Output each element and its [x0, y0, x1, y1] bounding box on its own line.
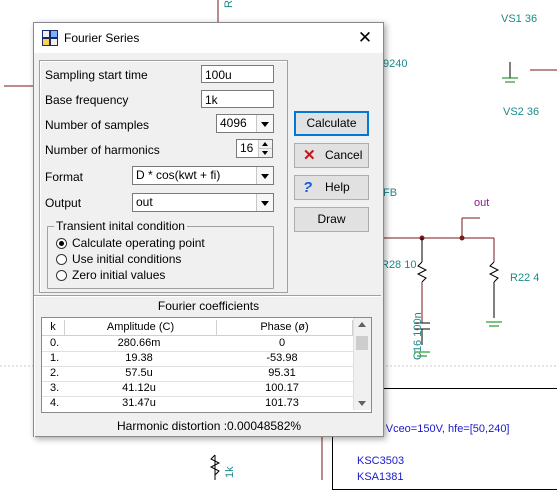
cell-phase: 100.17 — [265, 382, 299, 394]
help-button[interactable]: ? Help — [294, 175, 369, 200]
column-header-amplitude[interactable]: Amplitude (C) — [65, 320, 217, 336]
cell-k: 4. — [50, 397, 60, 409]
help-label: Help — [325, 180, 350, 194]
transient-condition-group: Transient inital condition Calculate ope… — [47, 219, 274, 289]
app-icon — [42, 30, 58, 46]
output-label: Output — [45, 196, 82, 210]
number-of-harmonics-label: Number of harmonics — [45, 143, 160, 157]
number-of-samples-select[interactable]: 4096 — [216, 114, 274, 133]
c16-label: C16 100n — [412, 312, 424, 360]
table-row[interactable]: 2. 57.5u 95.31 — [42, 366, 354, 382]
cancel-label: Cancel — [325, 148, 363, 162]
number-of-harmonics-value: 16 — [240, 141, 254, 155]
cell-k: 3. — [50, 382, 60, 394]
cell-amplitude: 31.47u — [122, 397, 156, 409]
cell-phase: 95.31 — [268, 367, 296, 379]
format-value: D * cos(kwt + fi) — [136, 168, 221, 182]
fb-label: FB — [383, 187, 398, 199]
number-of-harmonics-stepper[interactable]: 16 — [236, 139, 273, 158]
radio-label: Calculate operating point — [72, 236, 205, 250]
number-of-samples-label: Number of samples — [45, 118, 150, 132]
base-frequency-field[interactable]: 1k — [201, 90, 274, 108]
r1k-label: 1k — [224, 466, 236, 478]
info-line-4: KSC3503 — [357, 455, 405, 467]
format-select[interactable]: D * cos(kwt + fi) — [132, 166, 274, 185]
column-header-k[interactable]: k — [42, 320, 65, 336]
title-bar[interactable]: Fourier Series ✕ — [34, 23, 383, 53]
close-icon: ✕ — [303, 147, 316, 164]
spin-down-icon[interactable] — [258, 149, 272, 157]
transient-condition-caption: Transient inital condition — [54, 219, 187, 233]
cell-amplitude: 57.5u — [125, 367, 153, 379]
table-row[interactable]: 4. 31.47u 101.73 — [42, 396, 354, 411]
out-label: out — [474, 197, 490, 209]
harmonic-distortion-value: 0.00048582% — [227, 419, 302, 433]
label-9240: 9240 — [383, 58, 408, 70]
sampling-start-time-label: Sampling start time — [45, 68, 148, 82]
table-scrollbar[interactable] — [353, 318, 371, 410]
table-row[interactable]: 1. 19.38 -53.98 — [42, 351, 354, 367]
chevron-down-icon[interactable] — [256, 194, 273, 211]
cancel-button[interactable]: ✕ Cancel — [294, 143, 369, 168]
dialog-title: Fourier Series — [64, 31, 140, 45]
cell-phase: 101.73 — [265, 397, 299, 409]
question-mark-icon: ? — [303, 179, 313, 196]
spin-up-icon[interactable] — [258, 140, 272, 149]
chevron-down-icon[interactable] — [256, 167, 273, 184]
output-value: out — [136, 195, 153, 209]
close-icon[interactable]: ✕ — [356, 29, 374, 47]
cell-k: 1. — [50, 352, 60, 364]
scroll-down-icon[interactable] — [358, 401, 366, 406]
number-of-samples-value: 4096 — [220, 116, 247, 130]
coefficients-title: Fourier coefficients — [157, 299, 260, 313]
rtop-label: R — [223, 0, 235, 8]
base-frequency-label: Base frequency — [45, 93, 129, 107]
format-label: Format — [45, 170, 84, 184]
cell-phase: 0 — [278, 337, 286, 349]
scroll-up-icon[interactable] — [358, 322, 366, 327]
draw-button[interactable]: Draw — [294, 207, 369, 232]
cell-k: 2. — [50, 367, 60, 379]
vs2-label: VS2 36 — [503, 106, 540, 118]
column-header-phase[interactable]: Phase (ø) — [217, 320, 353, 336]
info-line-5: KSA1381 — [357, 471, 404, 483]
radio-calculate-operating-point[interactable] — [56, 238, 67, 249]
sampling-start-time-field[interactable]: 100u — [201, 65, 274, 83]
cell-k: 0. — [50, 337, 60, 349]
chevron-down-icon[interactable] — [256, 115, 273, 132]
r28-label: R28 10 — [381, 259, 417, 271]
fourier-series-dialog: Fourier Series ✕ Sampling start time 100… — [33, 22, 384, 437]
calculate-button[interactable]: Calculate — [294, 111, 369, 136]
cell-phase: -53.98 — [266, 352, 298, 364]
vs1-label: VS1 36 — [501, 13, 538, 25]
output-select[interactable]: out — [132, 193, 274, 212]
scroll-thumb[interactable] — [356, 336, 368, 350]
cell-amplitude: 280.66m — [117, 337, 161, 349]
radio-zero-initial-values[interactable] — [56, 270, 67, 281]
coefficients-table[interactable]: k Amplitude (C) Phase (ø) 0. 280.66m 0 1… — [41, 317, 372, 413]
harmonic-distortion-label: Harmonic distortion : — [117, 419, 228, 433]
table-row[interactable]: 3. 41.12u 100.17 — [42, 381, 354, 397]
r22-label: R22 4 — [510, 272, 540, 284]
table-row[interactable]: 0. 280.66m 0 — [42, 336, 354, 352]
radio-label: Zero initial values — [72, 268, 166, 282]
radio-label: Use initial conditions — [72, 252, 182, 266]
cell-amplitude: 19.38 — [125, 352, 153, 364]
cell-amplitude: 41.12u — [122, 382, 156, 394]
radio-use-initial-conditions[interactable] — [56, 254, 67, 265]
